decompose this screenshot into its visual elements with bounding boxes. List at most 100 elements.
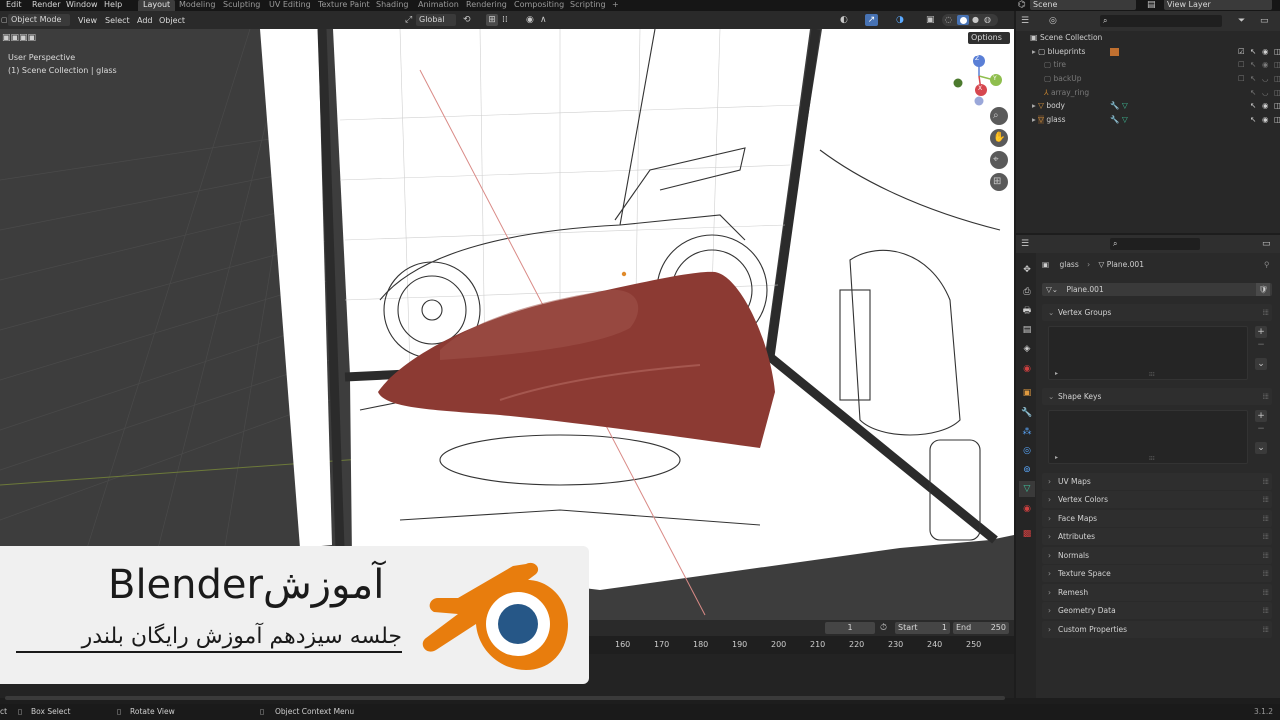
outliner-row-glass[interactable]: ▸ ▽ glass 🔧 ▽ ↖ ◉ ◫ [1032, 113, 1280, 127]
view-layer-selector[interactable]: View Layer [1164, 0, 1272, 10]
select-icon[interactable]: ↖ [1250, 72, 1256, 86]
panel-vertex-groups[interactable]: ⌄ Vertex Groups ⁞⁞⁞⁞ [1042, 304, 1272, 321]
world-tab-icon[interactable]: ◉ [1019, 361, 1035, 377]
select-mode-icons[interactable]: ▣▣▣▣ [2, 33, 36, 43]
tab-rendering[interactable]: Rendering [466, 0, 507, 11]
object-tab-icon[interactable]: ▣ [1019, 385, 1035, 401]
tab-add[interactable]: + [612, 0, 619, 11]
display-mode-icon[interactable]: ◎ [1049, 15, 1057, 27]
select-icon[interactable]: ↖ [1250, 99, 1256, 113]
tab-layout[interactable]: Layout [138, 0, 176, 11]
header-object-menu[interactable]: Object [159, 16, 185, 25]
shape-key-menu-icon[interactable]: ⌄ [1255, 442, 1267, 454]
proportional-edit-icon[interactable]: ◉ [526, 14, 534, 26]
material-shading-icon[interactable]: ● [972, 14, 979, 26]
drag-grip-icon[interactable]: ⁞⁞⁞⁞ [1262, 510, 1268, 527]
panel-normals[interactable]: › Normals ⁞⁞⁞⁞ [1042, 547, 1272, 564]
panel-shape-keys[interactable]: ⌄ Shape Keys ⁞⁞⁞⁞ [1042, 388, 1272, 405]
render-tab-icon[interactable]: ⎙ [1019, 284, 1035, 300]
tab-sculpting[interactable]: Sculpting [223, 0, 260, 11]
camera-render-icon[interactable]: ◫ [1274, 99, 1280, 113]
drag-grip-icon[interactable]: ⁞⁞⁞⁞ [1262, 547, 1268, 564]
list-expand-icon[interactable]: ▸ [1055, 370, 1058, 377]
select-icon[interactable]: ↖ [1250, 113, 1256, 127]
filter-icon[interactable]: ⏷ [1238, 15, 1245, 27]
drag-grip-icon[interactable]: ⁞⁞⁞⁞ [1262, 584, 1268, 601]
eye-closed-icon[interactable]: ◡ [1262, 86, 1269, 100]
panel-face-maps[interactable]: › Face Maps ⁞⁞⁞⁞ [1042, 510, 1272, 527]
list-expand-icon[interactable]: ▸ [1055, 454, 1058, 461]
drag-grip-icon[interactable]: ⁞⁞⁞⁞ [1262, 528, 1268, 545]
scene-collection-row[interactable]: ▣ Scene Collection [1030, 31, 1270, 45]
remove-vertex-group-icon[interactable]: − [1255, 339, 1267, 351]
camera-render-icon[interactable]: ◫ [1274, 113, 1280, 127]
eye-icon[interactable]: ◉ [1262, 113, 1269, 127]
hand-pan-icon[interactable]: ✋ [993, 132, 1005, 144]
editor-type-icon[interactable]: ☰ [1021, 15, 1029, 27]
eye-closed-icon[interactable]: ◡ [1262, 72, 1269, 86]
drag-grip-icon[interactable]: ⁞⁞⁞⁞ [1262, 304, 1268, 321]
checkbox-backup[interactable]: ☐ [1238, 72, 1245, 86]
snap-icon[interactable]: ⊞ [486, 14, 498, 26]
eye-icon[interactable]: ◉ [1262, 45, 1269, 59]
outliner-row-blueprints[interactable]: ▸ ▢ blueprints ☑ ↖ ◉ ◫ [1032, 45, 1280, 59]
overlay-toggle-icon[interactable]: ◑ [896, 14, 904, 26]
select-icon[interactable]: ↖ [1250, 45, 1256, 59]
select-icon[interactable]: ↖ [1250, 86, 1256, 100]
physics-tab-icon[interactable]: ◎ [1019, 443, 1035, 459]
panel-geometry-data[interactable]: › Geometry Data ⁞⁞⁞⁞ [1042, 602, 1272, 619]
zoom-icon[interactable]: ⌕ [993, 110, 999, 122]
options-dropdown[interactable]: Options [968, 32, 1010, 44]
snap-target-icon[interactable]: ⁞⁞ [502, 14, 508, 26]
outliner-row-backup[interactable]: ▢ backUp ☐ ↖ ◡ ◫ [1044, 72, 1280, 86]
shape-keys-list[interactable]: ▸ ⁝⁝⁝ [1048, 410, 1248, 464]
texture-tab-icon[interactable]: ▩ [1019, 526, 1035, 542]
gizmo-toggle-icon[interactable]: ↗ [865, 14, 878, 26]
view-layer-tab-icon[interactable]: ▤ [1019, 322, 1035, 338]
timeline-scrollbar[interactable] [5, 696, 1005, 700]
new-collection-icon[interactable]: ▭ [1260, 15, 1269, 27]
vertex-groups-list[interactable]: ▸ ⁝⁝⁝ [1048, 326, 1248, 380]
constraints-tab-icon[interactable]: ⊚ [1019, 462, 1035, 478]
eye-icon[interactable]: ◉ [1262, 99, 1269, 113]
rendered-shading-icon[interactable]: ◍ [984, 14, 991, 26]
falloff-icon[interactable]: ∧ [540, 14, 547, 26]
menu-help[interactable]: Help [104, 0, 122, 11]
vertex-group-menu-icon[interactable]: ⌄ [1255, 358, 1267, 370]
checkbox-tire[interactable]: ☐ [1238, 58, 1245, 72]
drag-grip-icon[interactable]: ⁞⁞⁞⁞ [1262, 602, 1268, 619]
menu-render[interactable]: Render [32, 0, 60, 11]
outliner-row-body[interactable]: ▸ ▽ body 🔧 ▽ ↖ ◉ ◫ [1032, 99, 1280, 113]
header-view-menu[interactable]: View [78, 16, 97, 25]
drag-grip-icon[interactable]: ⁞⁞⁞⁞ [1262, 565, 1268, 582]
header-add-menu[interactable]: Add [137, 16, 153, 25]
list-resize-grip-icon[interactable]: ⁝⁝⁝ [1149, 455, 1155, 462]
panel-vertex-colors[interactable]: › Vertex Colors ⁞⁞⁞⁞ [1042, 491, 1272, 508]
options-icon[interactable]: ▭ [1262, 238, 1271, 250]
select-icon[interactable]: ↖ [1250, 58, 1256, 72]
editor-type-icon[interactable]: ☰ [1021, 238, 1029, 250]
panel-uv-maps[interactable]: › UV Maps ⁞⁞⁞⁞ [1042, 473, 1272, 490]
outliner-row-tire[interactable]: ▢ tire ☐ ↖ ◉ ◫ [1044, 58, 1280, 72]
tab-compositing[interactable]: Compositing [514, 0, 564, 11]
output-tab-icon[interactable]: 🖶 [1019, 303, 1035, 319]
menu-window[interactable]: Window [66, 0, 98, 11]
pin-icon[interactable]: ⚲ [1264, 258, 1270, 272]
camera-render-icon[interactable]: ◫ [1274, 58, 1280, 72]
tab-shading[interactable]: Shading [376, 0, 409, 11]
scene-tab-icon[interactable]: ◈ [1019, 341, 1035, 357]
fake-user-icon[interactable]: 🛡 [1256, 283, 1270, 296]
grid-icon[interactable]: ⊞ [993, 176, 1001, 188]
drag-grip-icon[interactable]: ⁞⁞⁞⁞ [1262, 388, 1268, 405]
tab-modeling[interactable]: Modeling [179, 0, 215, 11]
tab-animation[interactable]: Animation [418, 0, 459, 11]
visibility-icon[interactable]: ◐ [840, 14, 848, 26]
camera-render-icon[interactable]: ◫ [1274, 45, 1280, 59]
add-vertex-group-icon[interactable]: + [1255, 326, 1267, 338]
mesh-datablock-selector[interactable]: ▽⌄ Plane.001 🛡 [1042, 283, 1272, 296]
remove-shape-key-icon[interactable]: − [1255, 423, 1267, 435]
solid-shading-icon[interactable] [957, 15, 969, 25]
tab-uv-editing[interactable]: UV Editing [269, 0, 311, 11]
add-shape-key-icon[interactable]: + [1255, 410, 1267, 422]
mode-selector[interactable]: Object Mode ⌄ [8, 14, 70, 36]
